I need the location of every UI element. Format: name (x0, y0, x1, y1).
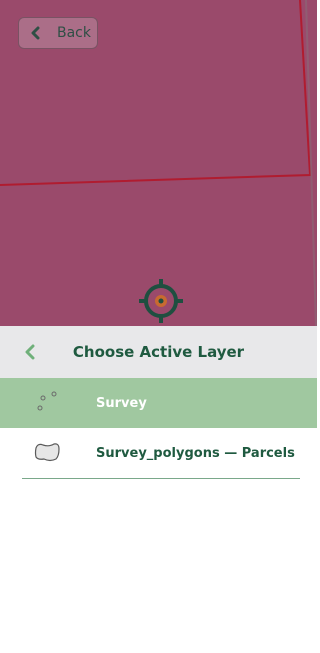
layer-label: Survey (96, 395, 147, 411)
layer-panel: Choose Active Layer Survey Survey_polygo… (0, 326, 317, 653)
chevron-left-icon (29, 26, 43, 40)
back-button-label: Back (57, 25, 91, 41)
map-view[interactable]: Back (0, 0, 317, 326)
back-button[interactable]: Back (18, 17, 98, 49)
layer-label: Survey_polygons — Parcels (96, 445, 295, 461)
layer-item-survey-polygons[interactable]: Survey_polygons — Parcels (0, 428, 317, 478)
panel-title: Choose Active Layer (72, 343, 245, 361)
polygon-layer-icon (32, 440, 62, 466)
point-layer-icon (32, 390, 62, 416)
crosshair-icon[interactable] (137, 277, 185, 325)
panel-header: Choose Active Layer (0, 326, 317, 378)
chevron-left-icon[interactable] (22, 344, 38, 360)
layer-item-survey[interactable]: Survey (0, 378, 317, 428)
divider (22, 478, 300, 479)
